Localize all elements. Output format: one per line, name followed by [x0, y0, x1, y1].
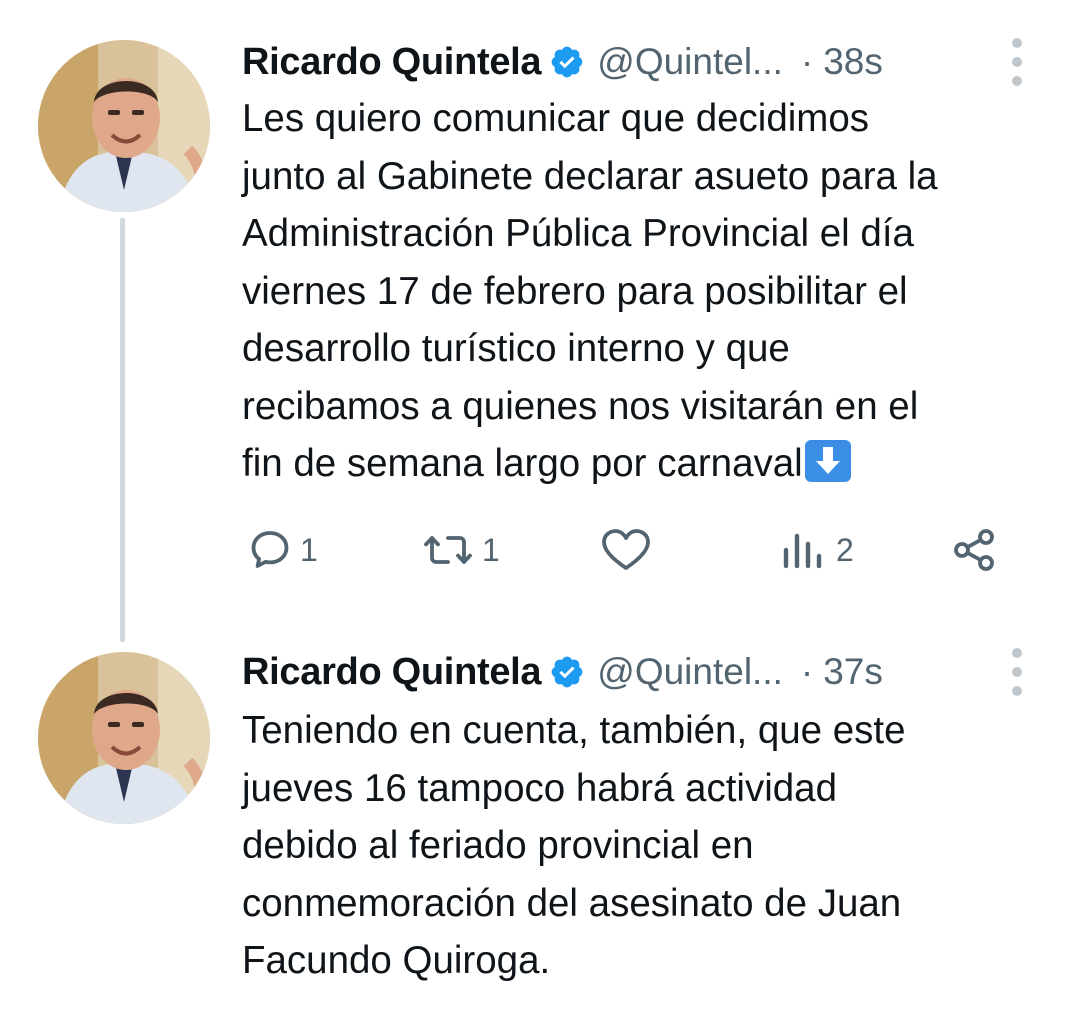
author-avatar[interactable] — [38, 40, 210, 212]
like-button[interactable] — [600, 520, 658, 580]
tweet-2[interactable]: Ricardo Quintela @Quintel... · 37s Tenie… — [0, 640, 1080, 1015]
author-name[interactable]: Ricardo Quintela — [242, 41, 542, 84]
views-button[interactable]: 2 — [778, 520, 854, 580]
share-icon — [954, 529, 994, 571]
header-separator: · — [800, 41, 814, 82]
tweet-1[interactable]: Ricardo Quintela @Quintel... · 38s Les q… — [0, 0, 1080, 640]
author-handle[interactable]: @Quintel... — [597, 41, 783, 83]
tweet-timestamp[interactable]: 37s — [823, 651, 883, 693]
down-arrow-emoji-icon — [804, 440, 851, 482]
author-avatar[interactable] — [38, 652, 210, 824]
reply-button[interactable]: 1 — [246, 520, 318, 580]
tweet-actions: 1 1 2 — [242, 520, 1032, 580]
verified-badge-icon — [551, 46, 583, 78]
tweet-header: Ricardo Quintela @Quintel... · 37s — [242, 642, 1080, 702]
author-handle[interactable]: @Quintel... — [597, 651, 783, 693]
reply-icon — [251, 531, 289, 568]
author-name[interactable]: Ricardo Quintela — [242, 651, 542, 694]
views-count: 2 — [836, 531, 854, 568]
tweet-timestamp[interactable]: 38s — [823, 41, 883, 83]
tweet-header: Ricardo Quintela @Quintel... · 38s — [242, 32, 1080, 92]
share-button[interactable] — [950, 520, 998, 580]
header-separator: · — [800, 651, 814, 692]
tweet-text-body: Les quiero comunicar que decidimos junto… — [242, 97, 938, 485]
tweet-text: Les quiero comunicar que decidimos junto… — [242, 90, 1042, 493]
author-photo — [38, 40, 210, 212]
more-options-icon[interactable] — [1010, 38, 1024, 86]
retweet-icon — [424, 536, 472, 564]
tweet-text: Teniendo en cuenta, también, que este ju… — [242, 709, 906, 982]
heart-icon — [602, 529, 650, 570]
views-icon — [783, 533, 822, 569]
reply-count: 1 — [300, 531, 318, 568]
retweet-count: 1 — [482, 531, 500, 568]
verified-badge-icon — [551, 656, 583, 688]
author-photo — [38, 652, 210, 824]
retweet-button[interactable]: 1 — [422, 520, 500, 580]
more-options-icon[interactable] — [1010, 648, 1024, 696]
